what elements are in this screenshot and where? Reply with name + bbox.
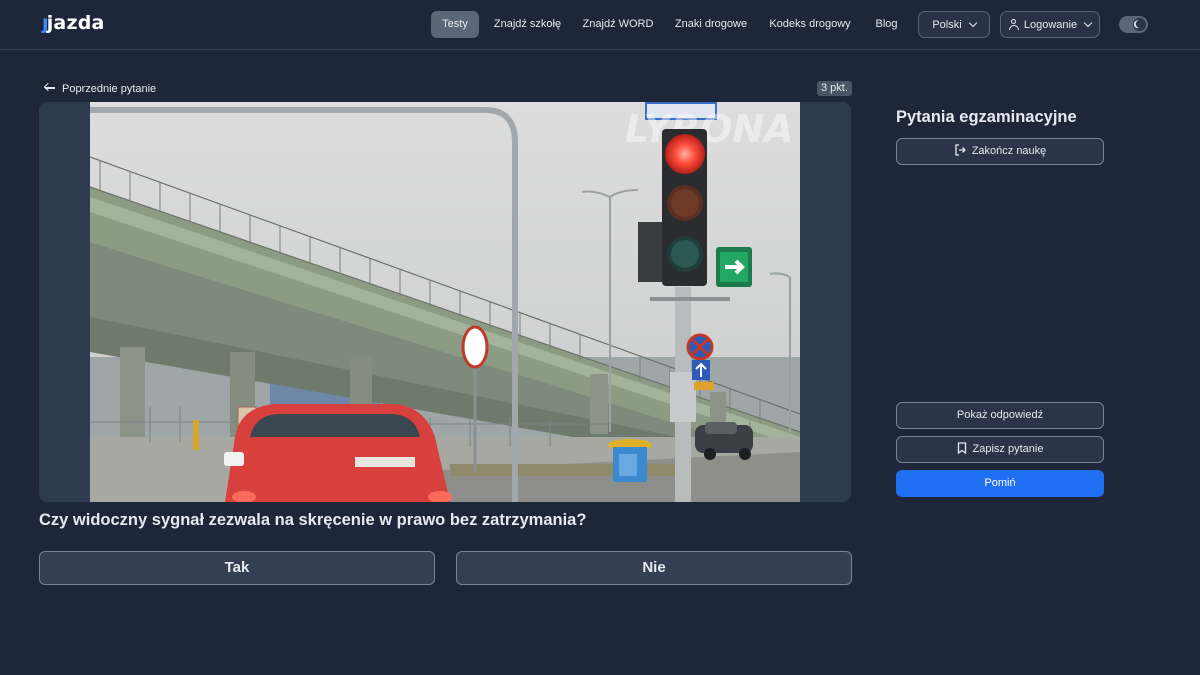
nav-znajdz-szkole[interactable]: Znajdź szkołę [490, 11, 565, 38]
show-answer-button[interactable]: Pokaż odpowiedź [896, 402, 1104, 429]
nav-blog[interactable]: Blog [870, 11, 903, 38]
previous-question-link[interactable]: Poprzednie pytanie [43, 81, 157, 97]
nav-znajdz-word[interactable]: Znajdź WORD [580, 11, 656, 38]
save-question-label: Zapisz pytanie [972, 443, 1044, 455]
jazda-logo[interactable]: ȷjazda [42, 12, 105, 34]
chevron-down-icon [1083, 18, 1093, 28]
save-question-button[interactable]: Zapisz pytanie [896, 436, 1104, 463]
login-dropdown[interactable]: Logowanie [1000, 11, 1100, 38]
watermark-text: LYRONA [625, 107, 794, 151]
nav-znaki-drogowe[interactable]: Znaki drogowe [671, 11, 751, 38]
chevron-down-icon [968, 18, 977, 28]
language-label: Polski [932, 19, 962, 31]
nav-testy[interactable]: Testy [431, 11, 479, 38]
question-image-frame: LYRONA [39, 102, 851, 502]
answer-nie-button[interactable]: Nie [456, 551, 852, 585]
bookmark-icon [957, 442, 966, 455]
logo-text: jazda [46, 12, 105, 34]
nav-kodeks-drogowy[interactable]: Kodeks drogowy [766, 11, 854, 38]
arrow-left-icon [43, 82, 56, 93]
sidebar-title: Pytania egzaminacyjne [896, 108, 1077, 126]
end-learning-button[interactable]: Zakończ naukę [896, 138, 1104, 165]
language-select[interactable]: Polski [918, 11, 990, 38]
question-image: LYRONA [90, 102, 800, 502]
answer-tak-button[interactable]: Tak [39, 551, 435, 585]
traffic-scene-illustration: LYRONA [90, 102, 800, 502]
points-badge: 3 pkt. [817, 81, 852, 96]
question-text: Czy widoczny sygnał zezwala na skręcenie… [39, 511, 587, 529]
previous-question-label: Poprzednie pytanie [62, 83, 157, 95]
logout-icon [955, 144, 966, 156]
login-label: Logowanie [1023, 19, 1078, 31]
user-icon [1008, 18, 1019, 30]
end-learning-label: Zakończ naukę [971, 145, 1047, 157]
dark-mode-toggle[interactable] [1119, 16, 1148, 33]
skip-button[interactable]: Pomiń [896, 470, 1104, 497]
top-navigation-bar: ȷjazda Testy Znajdź szkołę Znajdź WORD Z… [0, 0, 1200, 50]
